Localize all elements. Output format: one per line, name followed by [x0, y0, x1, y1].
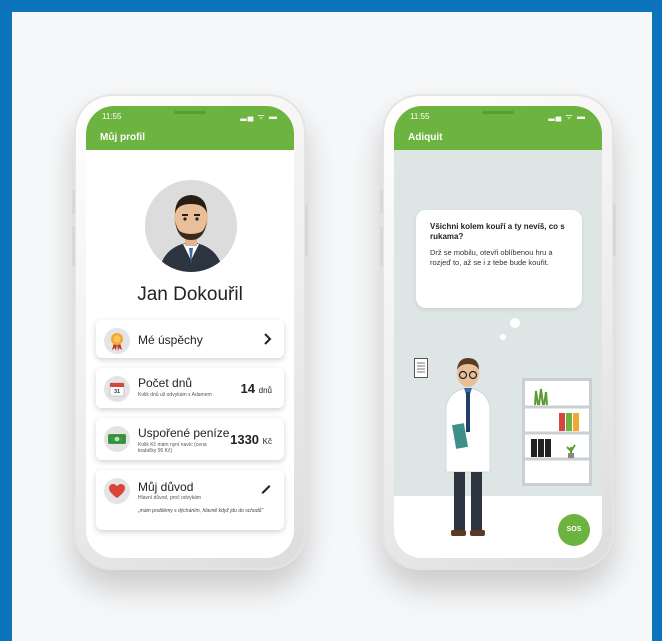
days-subtitle: Kolik dnů už odvykám s Adamem	[138, 392, 212, 398]
calendar-day-label: 31	[113, 389, 121, 395]
phone-side-button	[72, 190, 75, 214]
money-icon	[104, 426, 130, 452]
savings-unit: Kč	[262, 437, 272, 446]
reason-subtitle: Hlavní důvod, proč odvykám	[138, 495, 202, 501]
days-value: 14 dnů	[241, 381, 272, 396]
profile-screen: 11:55 ▂▄ ᯤ ▬ Můj profil Jan Dokouřil Mé …	[86, 106, 294, 558]
status-icons: ▂▄ ᯤ ▬	[240, 112, 278, 121]
days-card[interactable]: 31 Počet dnů Kolik dnů už odvykám s Adam…	[96, 368, 284, 408]
savings-card[interactable]: Uspořené peníze Kolik Kč mám nyní navíc …	[96, 418, 284, 460]
sos-button[interactable]: SOS	[558, 514, 590, 546]
savings-subtitle: Kolik Kč mám nyní navíc (cena krabičky 9…	[138, 442, 207, 454]
status-time: 11:55	[102, 112, 122, 121]
bubble-title: Všichni kolem kouří a ty nevíš, co s ruk…	[430, 222, 565, 241]
phone-profile: 11:55 ▂▄ ᯤ ▬ Můj profil Jan Dokouřil Mé …	[72, 94, 308, 570]
chevron-right-icon[interactable]	[264, 333, 272, 345]
phone-side-button	[305, 204, 308, 256]
doctor-illustration-icon	[445, 358, 491, 536]
blue-frame-right	[652, 0, 662, 641]
phone-notch	[450, 106, 546, 122]
adiquit-screen: 11:55 ▂▄ ᯤ ▬ Adiquit Všichni kolem kouří…	[394, 106, 602, 558]
phone-side-button	[380, 226, 383, 266]
thought-dot	[500, 334, 506, 340]
bookshelf	[522, 378, 592, 486]
phone-side-button	[380, 190, 383, 214]
shelf-items-icon	[525, 388, 589, 461]
thought-bubble: Všichni kolem kouří a ty nevíš, co s ruk…	[416, 210, 582, 308]
medal-icon	[104, 328, 130, 354]
achievements-title: Mé úspěchy	[138, 333, 203, 347]
thought-dot	[510, 318, 520, 328]
app-title: Adiquit	[408, 132, 443, 143]
phone-side-button	[613, 204, 616, 256]
calendar-icon: 31	[104, 376, 130, 402]
blue-frame-left	[0, 0, 12, 641]
days-unit: dnů	[258, 386, 272, 395]
savings-value: 1330 Kč	[230, 432, 272, 447]
status-icons: ▂▄ ᯤ ▬	[548, 112, 586, 121]
savings-number: 1330	[230, 432, 260, 447]
days-number: 14	[240, 381, 256, 396]
blue-frame-top	[0, 0, 662, 12]
phone-adiquit: 11:55 ▂▄ ᯤ ▬ Adiquit Všichni kolem kouří…	[380, 94, 616, 570]
wall-document-icon	[414, 358, 428, 378]
pencil-icon[interactable]	[260, 482, 272, 494]
phone-side-button	[72, 226, 75, 266]
avatar-illustration-icon	[145, 180, 237, 272]
days-title: Počet dnů	[138, 376, 193, 390]
reason-card[interactable]: Můj důvod Hlavní důvod, proč odvykám „má…	[96, 470, 284, 530]
user-name: Jan Dokouřil	[137, 284, 243, 305]
app-bar: Můj profil	[86, 128, 294, 150]
app-title: Můj profil	[100, 132, 145, 143]
reason-title: Můj důvod	[138, 480, 194, 494]
reason-quote: „mám problémy s dýcháním, hlavně když jd…	[138, 508, 264, 514]
savings-title: Uspořené peníze	[138, 426, 230, 440]
app-bar: Adiquit	[394, 128, 602, 150]
bubble-body: Drž se mobilu, otevři oblíbenou hru a ro…	[430, 248, 553, 267]
achievements-card[interactable]: Mé úspěchy	[96, 320, 284, 358]
heart-icon	[104, 478, 130, 504]
status-time: 11:55	[410, 112, 430, 121]
phone-notch	[142, 106, 238, 122]
avatar[interactable]	[145, 180, 237, 272]
